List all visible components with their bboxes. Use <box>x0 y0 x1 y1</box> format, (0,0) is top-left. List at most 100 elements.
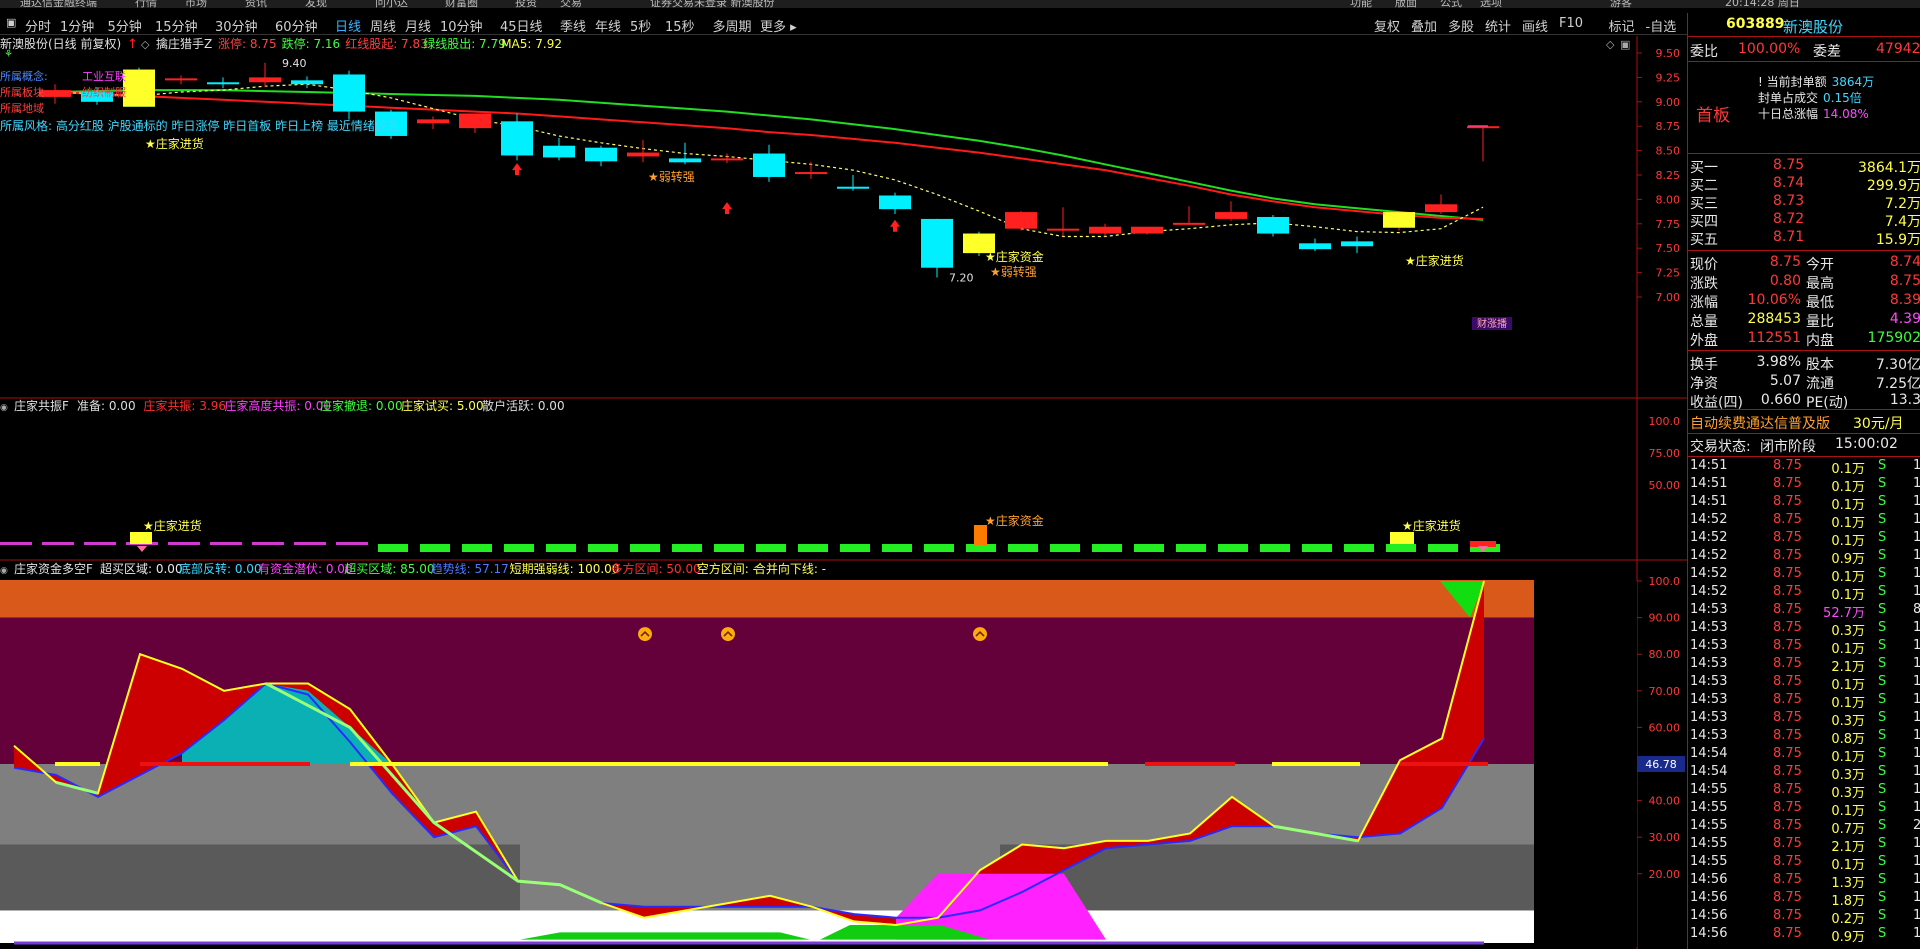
indicator2-axis-label: 30.00 <box>1649 831 1681 844</box>
candle[interactable] <box>795 162 827 179</box>
menu-item[interactable]: 版面 <box>1395 0 1417 8</box>
candle[interactable] <box>1089 223 1121 237</box>
bid-volume: 7.2万 <box>1884 196 1920 212</box>
toolbar-button[interactable]: 画线 <box>1522 16 1548 35</box>
candle[interactable] <box>921 218 953 278</box>
tick-row: 14:52 8.75 0.1万 S 1 <box>1688 584 1920 603</box>
candle[interactable] <box>753 144 785 182</box>
candle[interactable] <box>459 113 491 134</box>
period-tab[interactable]: 15秒 <box>665 16 695 35</box>
menu-item[interactable]: 发现 <box>305 0 327 8</box>
chart-area[interactable]: 9.407.20★庄家进货★弱转强★庄家资金★弱转强★庄家进货9.509.259… <box>0 36 1687 949</box>
ad-price[interactable]: 30元/月 <box>1853 413 1904 433</box>
toolbar-button[interactable]: 叠加 <box>1411 16 1437 35</box>
toolbar-button[interactable]: 多股 <box>1448 16 1474 35</box>
toolbar-button[interactable]: -自选 <box>1646 16 1677 35</box>
tick-row: 14:52 8.75 0.1万 S 1 <box>1688 566 1920 585</box>
candle[interactable] <box>501 113 533 161</box>
toolbar-button[interactable]: 复权 <box>1374 16 1400 35</box>
period-tab[interactable]: 更多 ▸ <box>760 16 797 35</box>
candle[interactable] <box>417 116 449 130</box>
menu-item[interactable]: 问小达 <box>375 0 408 8</box>
candle-body <box>585 147 617 162</box>
menu-item[interactable]: 财富圈 <box>445 0 478 8</box>
menu-item[interactable]: 游客 <box>1610 0 1632 8</box>
tick-price: 8.75 <box>1773 764 1802 779</box>
period-tab[interactable]: 季线 <box>560 16 586 35</box>
menu-item[interactable]: 公式 <box>1440 0 1462 8</box>
resonance-bar <box>420 544 450 552</box>
stat-row: 总量 288453 量比 4.39 <box>1688 311 1920 330</box>
candle[interactable] <box>1299 238 1331 252</box>
bid-label: 买二 <box>1690 178 1718 194</box>
period-tab[interactable]: 60分钟 <box>275 16 318 35</box>
seal-ratio-row: 封单占成交 0.15倍 <box>1758 89 1862 106</box>
candle[interactable] <box>1257 215 1289 237</box>
tick-time: 14:55 <box>1690 854 1728 869</box>
period-tab[interactable]: 15分钟 <box>155 16 198 35</box>
candle[interactable] <box>1341 236 1373 254</box>
tick-volume: 0.1万 <box>1831 750 1865 765</box>
menu-item[interactable]: 市场 <box>185 0 207 8</box>
tick-side: S <box>1878 728 1887 743</box>
candle[interactable] <box>207 77 239 89</box>
candle[interactable] <box>249 62 281 88</box>
menu-item[interactable]: 20:14:28 周日 <box>1725 0 1800 8</box>
candle[interactable] <box>333 70 365 120</box>
candle[interactable] <box>879 192 911 215</box>
ad-text[interactable]: 自动续费通达信普及版 <box>1690 413 1830 433</box>
candle[interactable] <box>669 142 701 165</box>
menu-item[interactable]: 行情 <box>135 0 157 8</box>
period-tab[interactable]: 5秒 <box>630 16 651 35</box>
candle[interactable] <box>627 139 659 163</box>
candle[interactable] <box>1173 206 1205 225</box>
tick-side: S <box>1878 584 1887 599</box>
period-tab[interactable]: 日线 <box>335 16 361 35</box>
stat-label: 涨幅 <box>1690 295 1718 311</box>
candle[interactable] <box>585 145 617 167</box>
tick-side: S <box>1878 836 1887 851</box>
candle[interactable] <box>165 75 197 85</box>
period-tab[interactable]: 周线 <box>370 16 396 35</box>
resonance-bar <box>210 542 242 545</box>
candle[interactable] <box>837 175 869 191</box>
resonance-bar <box>1344 544 1374 552</box>
period-tab[interactable]: 多周期 <box>713 16 752 35</box>
toolbar-button[interactable]: 标记 <box>1609 16 1635 35</box>
tick-side: S <box>1878 674 1887 689</box>
tick-price: 8.75 <box>1773 782 1802 797</box>
period-tab[interactable]: 10分钟 <box>440 16 483 35</box>
menu-item[interactable]: 交易 <box>560 0 582 8</box>
period-tab[interactable]: 年线 <box>595 16 621 35</box>
menu-item[interactable]: 资讯 <box>245 0 267 8</box>
candle[interactable] <box>1467 126 1499 162</box>
candle[interactable] <box>1425 194 1457 215</box>
period-tab[interactable]: 5分钟 <box>108 16 142 35</box>
candle[interactable] <box>543 137 575 161</box>
period-tab[interactable]: 分时 <box>25 16 51 35</box>
tick-price: 8.75 <box>1773 728 1802 743</box>
menu-item[interactable]: 通达信金融终端 <box>20 0 97 8</box>
toolbar-button[interactable]: F10 <box>1559 16 1583 31</box>
candle[interactable] <box>1005 211 1037 231</box>
tick-price: 8.75 <box>1773 638 1802 653</box>
price-axis-label: 7.00 <box>1656 291 1681 304</box>
menu-item[interactable]: 功能 <box>1350 0 1372 8</box>
period-tab[interactable]: 月线 <box>405 16 431 35</box>
sidebar-toggle-icon[interactable]: ▣ <box>6 16 16 29</box>
tick-side: S <box>1878 620 1887 635</box>
candle[interactable] <box>711 153 743 164</box>
tick-side: S <box>1878 746 1887 761</box>
menu-item[interactable]: 选项 <box>1480 0 1502 8</box>
menu-item[interactable]: 证券交易未登录 新澳股份 <box>650 0 775 8</box>
menu-item[interactable]: 投资 <box>515 0 537 8</box>
candle[interactable] <box>1131 226 1163 235</box>
toolbar-button[interactable]: 统计 <box>1485 16 1511 35</box>
candle[interactable] <box>1047 207 1079 237</box>
period-tab[interactable]: 1分钟 <box>60 16 94 35</box>
candle[interactable] <box>1215 201 1247 221</box>
period-tab[interactable]: 45日线 <box>500 16 543 35</box>
candle[interactable] <box>291 76 323 89</box>
resonance-bar <box>336 542 368 545</box>
period-tab[interactable]: 30分钟 <box>215 16 258 35</box>
